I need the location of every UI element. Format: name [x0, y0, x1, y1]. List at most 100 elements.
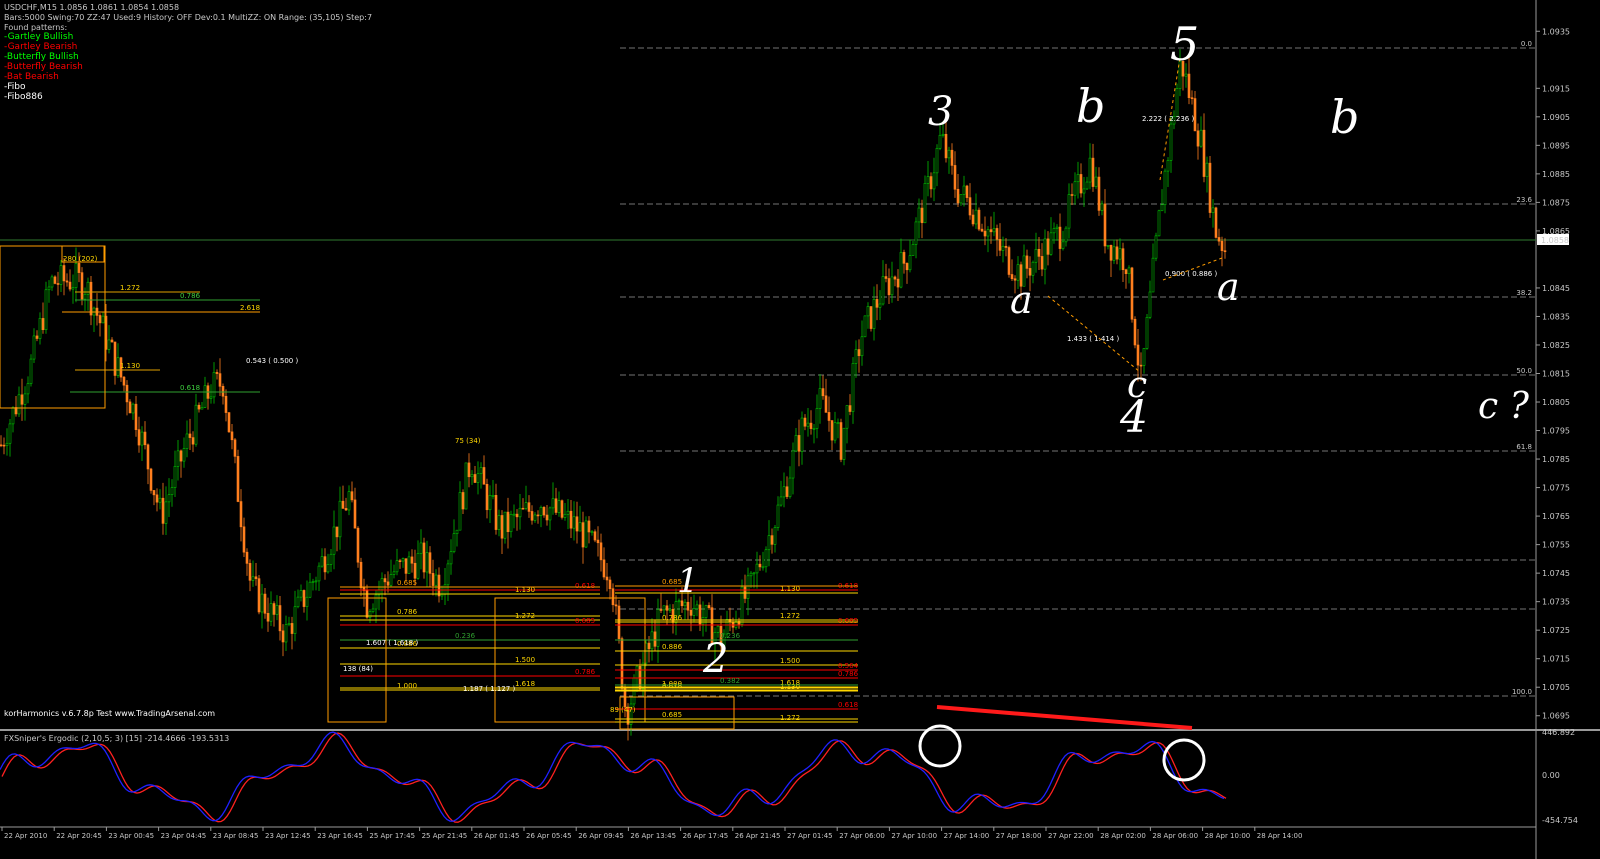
candle-body	[548, 507, 552, 521]
candle-body	[53, 276, 57, 284]
candle-body	[968, 197, 972, 216]
price-label: 1.0935	[1542, 27, 1570, 36]
wave-label-b1: b	[1076, 79, 1105, 133]
candle-body	[98, 315, 102, 324]
candle-body	[110, 339, 114, 343]
candle-body	[404, 558, 408, 574]
candle-body	[254, 576, 258, 579]
candle-body	[488, 495, 492, 511]
candle-body	[833, 422, 837, 441]
candle-body	[122, 376, 126, 386]
candle-body	[41, 318, 45, 331]
candle-body	[608, 579, 612, 590]
candle-body	[1136, 344, 1140, 366]
candle-body	[62, 265, 66, 282]
candle-body	[335, 526, 339, 538]
candle-body	[248, 563, 252, 581]
candle-body	[29, 358, 33, 384]
harmonic-label: 0.236	[455, 632, 476, 640]
candle-body	[1160, 204, 1164, 212]
time-label: 27 Apr 14:00	[944, 832, 990, 840]
harmonic-label: 1.272	[120, 284, 140, 292]
candle-body	[824, 395, 828, 413]
candle-body	[23, 393, 27, 405]
candle-body	[890, 276, 894, 296]
time-axis: 22 Apr 2010 22 Apr 20:45 23 Apr 00:45 23 Ap…	[1, 827, 1302, 840]
candle-body	[1001, 245, 1005, 251]
candle-body	[218, 373, 222, 387]
price-label: 1.0785	[1542, 455, 1570, 464]
ratio-label: 0.900 ( 0.886 )	[1165, 270, 1217, 278]
harmonic-label: 0.786	[180, 292, 201, 300]
candle-body	[569, 510, 573, 529]
candle-body	[383, 578, 387, 583]
candle-body	[857, 349, 861, 357]
candle-body	[689, 609, 693, 616]
candle-body	[989, 229, 993, 233]
candle-body	[473, 474, 477, 483]
candle-body	[260, 593, 264, 613]
candle-body	[308, 581, 312, 598]
price-label: 1.0755	[1542, 541, 1570, 550]
candle-body	[419, 542, 423, 554]
candle-body	[827, 412, 831, 421]
candle-body	[65, 280, 69, 283]
candle-body	[1067, 194, 1071, 229]
fib-label: 23.6	[1516, 196, 1532, 204]
candle-body	[455, 529, 459, 535]
candle-body	[161, 497, 165, 524]
candle-body	[788, 477, 792, 497]
candle-body	[908, 255, 912, 271]
harmonic-label: 0.685	[662, 711, 682, 719]
candle-body	[347, 491, 351, 511]
candle-body	[1043, 238, 1047, 270]
candle-body	[494, 495, 498, 530]
candle-body	[794, 435, 798, 452]
candle-body	[1163, 170, 1167, 206]
candle-body	[524, 502, 528, 509]
time-label: 26 Apr 21:45	[735, 832, 781, 840]
candle-body	[893, 276, 897, 280]
candle-body	[251, 576, 255, 581]
candle-body	[317, 565, 321, 582]
candle-body	[803, 417, 807, 427]
candle-body	[575, 516, 579, 532]
candle-body	[350, 491, 354, 501]
candle-body	[917, 207, 921, 223]
indicator-lines	[0, 731, 1227, 823]
candle-body	[299, 590, 303, 598]
price-label: 1.0695	[1542, 712, 1570, 721]
candle-body	[698, 604, 702, 625]
time-label: 27 Apr 22:00	[1048, 832, 1094, 840]
indicator-axis-label: 446.892	[1542, 728, 1575, 737]
price-label: 1.0735	[1542, 598, 1570, 607]
price-label: 1.0805	[1542, 398, 1570, 407]
candle-body	[359, 561, 363, 589]
price-label: 1.0905	[1542, 113, 1570, 122]
candle-body	[5, 442, 9, 446]
price-label: 1.0715	[1542, 655, 1570, 664]
candle-body	[77, 263, 81, 273]
candle-body	[491, 495, 495, 497]
candle-body	[50, 276, 54, 288]
candle-body	[479, 467, 483, 474]
time-label: 26 Apr 01:45	[474, 832, 520, 840]
divergence-circle-1	[918, 724, 962, 768]
candle-body	[263, 593, 267, 614]
candle-body	[1166, 160, 1170, 172]
candle-body	[1199, 129, 1203, 147]
price-label: 1.0845	[1542, 284, 1570, 293]
candle-body	[32, 335, 36, 360]
candle-body	[281, 630, 285, 643]
harmonic-label: 0.886	[662, 643, 683, 651]
candle-body	[17, 394, 21, 415]
candle-body	[929, 176, 933, 190]
candle-body	[662, 605, 666, 611]
candle-body	[395, 560, 399, 573]
wave-label-c1: c	[1127, 365, 1147, 406]
candle-body	[821, 388, 825, 397]
candle-body	[692, 608, 696, 616]
candle-body	[1007, 247, 1011, 275]
candle-body	[755, 563, 759, 574]
candle-body	[1184, 73, 1188, 77]
